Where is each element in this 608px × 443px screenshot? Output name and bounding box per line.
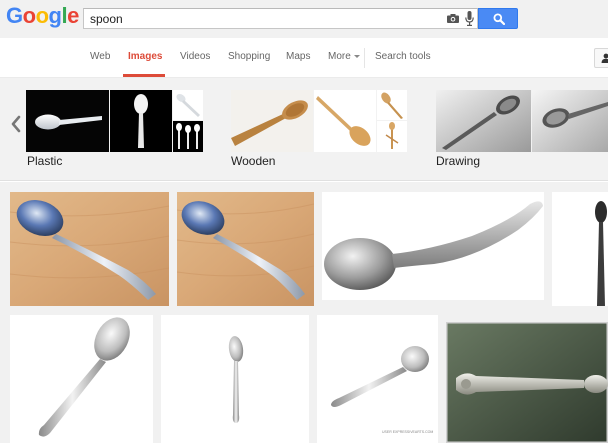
tab-videos[interactable]: Videos (180, 51, 210, 63)
tab-web[interactable]: Web (90, 51, 110, 63)
related-cluster-drawing[interactable] (436, 90, 608, 152)
magnifier-icon (493, 13, 505, 25)
related-cluster-plastic[interactable] (26, 90, 203, 152)
image-result[interactable] (161, 315, 309, 443)
image-result[interactable] (446, 322, 608, 443)
search-box[interactable]: spoon (83, 8, 478, 29)
tab-images[interactable]: Images (128, 51, 162, 63)
related-thumb[interactable] (26, 90, 109, 152)
related-thumb[interactable] (436, 90, 531, 152)
caret-down-icon (353, 54, 360, 58)
logo-letter: o (35, 3, 49, 28)
related-thumb[interactable] (110, 90, 172, 152)
camera-icon[interactable] (447, 14, 459, 23)
watermark-text: USER EXPRESSIVEARTS.COM (382, 430, 433, 434)
tab-more[interactable]: More (328, 51, 360, 63)
related-searches-strip: Plastic Wooden Drawing (0, 78, 608, 181)
microphone-icon[interactable] (465, 11, 474, 26)
related-thumb[interactable] (314, 90, 376, 152)
related-cluster-wooden[interactable] (231, 90, 407, 152)
image-result[interactable] (552, 192, 608, 306)
logo-letter: G (6, 3, 23, 28)
image-result[interactable] (10, 315, 153, 443)
search-tools-button[interactable]: Search tools (375, 51, 431, 63)
image-result[interactable]: USER EXPRESSIVEARTS.COM (317, 315, 438, 443)
tab-more-label: More (328, 51, 351, 62)
related-label-wooden[interactable]: Wooden (231, 154, 275, 168)
related-thumb[interactable] (377, 121, 407, 152)
nav-divider (364, 48, 365, 68)
related-thumb[interactable] (231, 90, 313, 152)
tab-maps[interactable]: Maps (286, 51, 310, 63)
active-tab-indicator (123, 74, 165, 77)
account-button[interactable] (594, 48, 608, 68)
tab-shopping[interactable]: Shopping (228, 51, 270, 63)
logo-letter: g (48, 3, 62, 28)
search-button[interactable] (478, 8, 518, 29)
logo-letter: e (67, 3, 79, 28)
related-thumb[interactable] (532, 90, 608, 152)
image-result[interactable] (322, 192, 544, 300)
image-result[interactable] (10, 192, 169, 306)
person-icon (601, 53, 608, 63)
image-results-grid: USER EXPRESSIVEARTS.COM (0, 182, 608, 443)
related-thumb[interactable] (377, 90, 407, 120)
google-logo[interactable]: Google (6, 4, 79, 28)
image-result[interactable] (177, 192, 314, 306)
top-bar: Google spoon (0, 0, 608, 38)
google-images-page: Google spoon Web Images Videos Shopping … (0, 0, 608, 443)
search-nav: Web Images Videos Shopping Maps More Sea… (0, 38, 608, 78)
logo-letter: o (22, 3, 36, 28)
related-thumb-stack (173, 90, 203, 152)
related-thumb-stack (377, 90, 407, 152)
related-thumb[interactable] (173, 90, 203, 120)
chevron-left-icon[interactable] (9, 115, 23, 133)
related-label-drawing[interactable]: Drawing (436, 154, 480, 168)
related-thumb[interactable] (173, 121, 203, 152)
related-label-plastic[interactable]: Plastic (27, 154, 62, 168)
search-input[interactable]: spoon (90, 11, 123, 27)
